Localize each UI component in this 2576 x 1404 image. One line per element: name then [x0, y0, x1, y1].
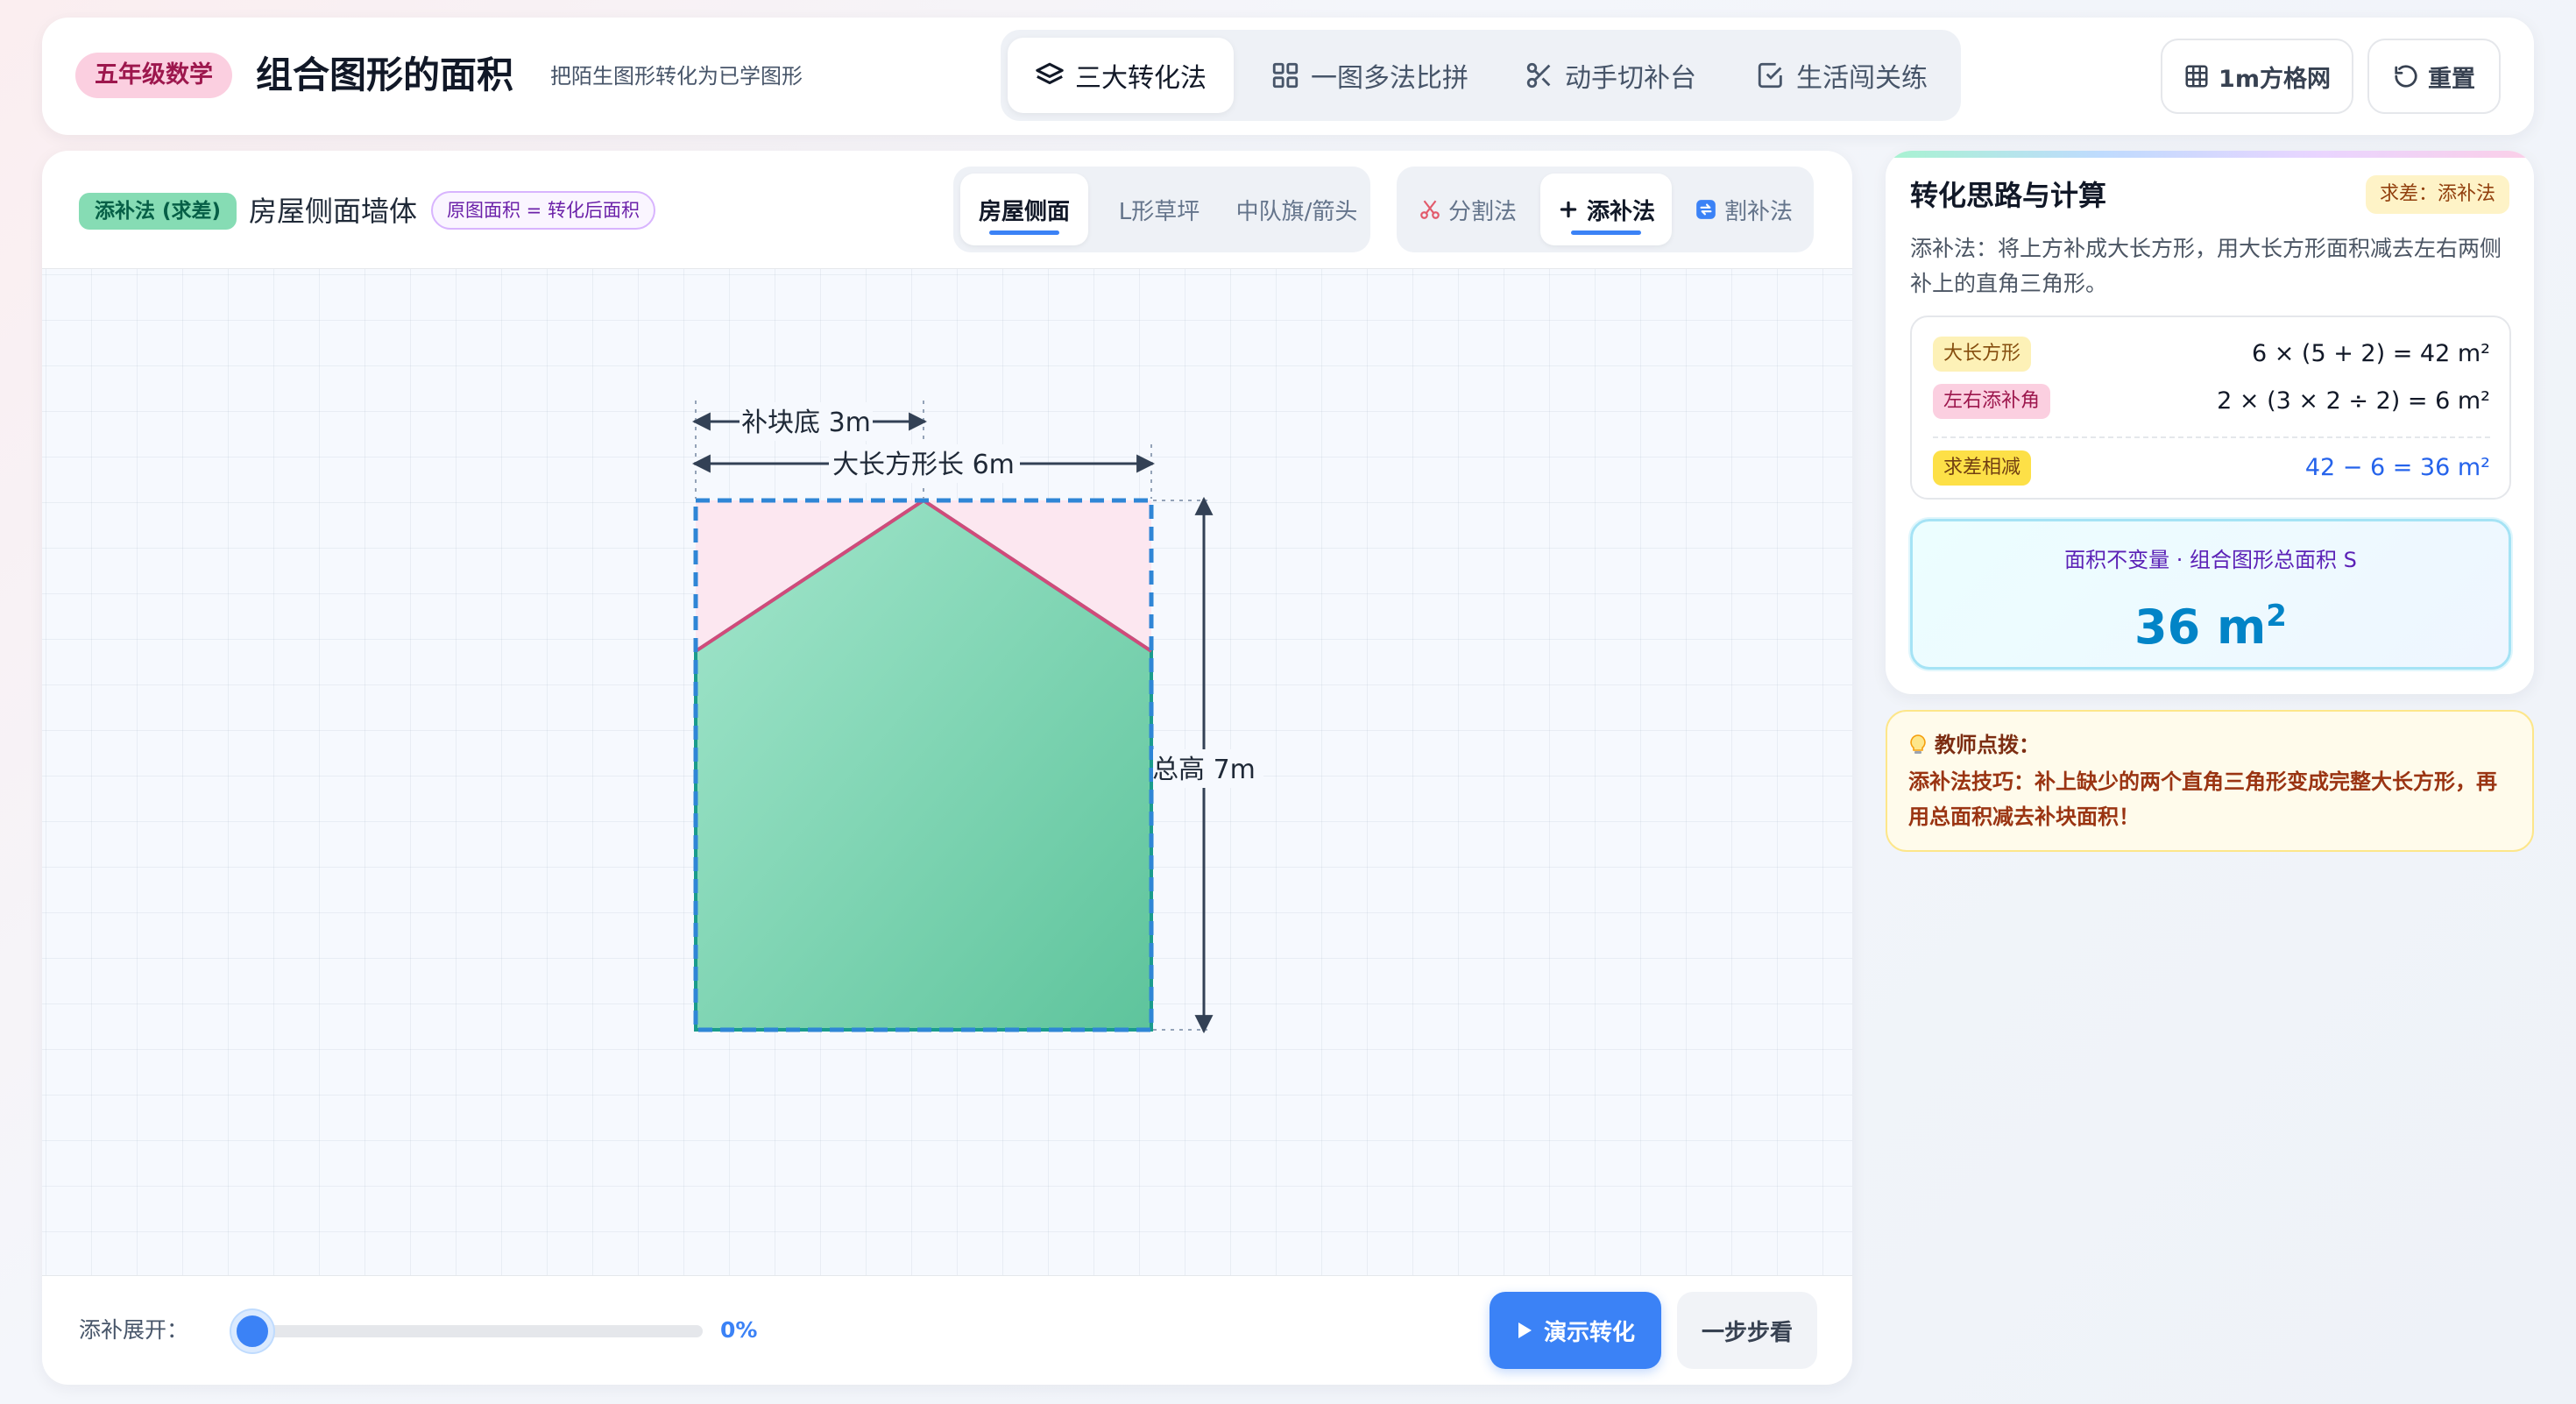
scissors-icon [1420, 200, 1440, 219]
checkbox-icon [1758, 62, 1782, 89]
row-expression: 42 − 6 = 36 m² [2304, 454, 2490, 481]
result-number: 36 m [2134, 599, 2267, 655]
tab-cut-patch-table[interactable]: 动手切补台 [1505, 38, 1716, 113]
main-tab-bar: 三大转化法 一图多法比拼 动手切补台 生活闯关练 [1001, 30, 1961, 121]
tab-label: 中队旗/箭头 [1235, 198, 1358, 225]
patch-base-label: 补块底 3m [741, 408, 871, 438]
tab-patch-method[interactable]: 添补法 [1540, 174, 1672, 245]
method-description: 添补法：将上方补成大长方形，用大长方形面积减去左右两侧补上的直角三角形。 [1910, 236, 2502, 296]
tab-label: L形草坪 [1118, 198, 1200, 225]
scissors-icon [1526, 62, 1551, 89]
panel-title: 转化思路与计算 [1910, 179, 2107, 212]
grid-icon [1272, 62, 1299, 89]
tab-life-practice[interactable]: 生活闯关练 [1730, 38, 1954, 113]
drawing-canvas[interactable]: 补块底 3m 大长方形长 6m 总高 7m [42, 268, 1852, 1276]
row-tag: 求差相减 [1933, 450, 2032, 486]
calc-row-difference: 求差相减 42 − 6 = 36 m² [1933, 449, 2490, 487]
result-label: 面积不变量 · 组合图形总面积 S [2064, 548, 2357, 572]
row-tag: 大长方形 [1933, 337, 2032, 372]
tab-label: 房屋侧面 [978, 198, 1070, 225]
method-badge: 添补法 (求差) [79, 193, 237, 230]
play-icon [1518, 1322, 1532, 1338]
calculation-panel: 转化思路与计算 求差：添补法 添补法：将上方补成大长方形，用大长方形面积减去左右… [1886, 151, 2534, 694]
row-expression: 2 × (3 × 2 ÷ 2) = 6 m² [2217, 387, 2490, 415]
tab-split-method[interactable]: 分割法 [1404, 174, 1532, 245]
accent-strip [1886, 151, 2534, 158]
reset-label: 重置 [2428, 65, 2475, 93]
top-header: 五年级数学 组合图形的面积 把陌生图形转化为已学图形 三大转化法 一图多法比拼 … [42, 18, 2534, 135]
control-footer: 添补展开： 0% 演示转化 一步步看 [42, 1276, 1852, 1385]
slider-label: 添补展开： [79, 1317, 189, 1343]
tab-house-side[interactable]: 房屋侧面 [960, 174, 1088, 245]
total-area-value: 36 m2 [1913, 581, 2509, 663]
shape-title: 房屋侧面墙体 [249, 195, 418, 228]
composite-figure: 补块底 3m 大长方形长 6m 总高 7m [691, 401, 1263, 1034]
formula-tag: 原图面积 = 转化后面积 [431, 191, 655, 230]
tip-text: 添补法技巧：补上缺少的两个直角三角形变成完整大长方形，再用总面积减去补块面积！ [1908, 769, 2497, 829]
tab-three-methods[interactable]: 三大转化法 [1008, 38, 1234, 113]
reset-icon [2395, 65, 2417, 88]
result-box: 面积不变量 · 组合图形总面积 S 36 m2 [1910, 519, 2511, 670]
tab-label: 分割法 [1447, 198, 1517, 225]
rect-length-label: 大长方形长 6m [832, 450, 1015, 480]
page-title: 组合图形的面积 [256, 53, 514, 96]
tab-label: 动手切补台 [1565, 63, 1696, 94]
slider-value: 0% [720, 1317, 758, 1343]
row-expression: 6 × (5 + 2) = 42 m² [2251, 340, 2490, 367]
tip-title-row: 教师点拨： [1908, 729, 2040, 761]
tab-label: 添补法 [1586, 198, 1655, 225]
tab-label: 一图多法比拼 [1311, 63, 1468, 94]
table-grid-icon [2185, 65, 2208, 88]
tab-label: 生活闯关练 [1796, 63, 1928, 94]
tab-label: 割补法 [1723, 198, 1793, 225]
calculation-steps: 大长方形 6 × (5 + 2) = 42 m² 左右添补角 2 × (3 × … [1910, 316, 2511, 500]
tab-multi-method-compare[interactable]: 一图多法比拼 [1251, 38, 1488, 113]
lightbulb-icon [1910, 734, 1926, 754]
reset-button[interactable]: 重置 [2367, 39, 2501, 114]
calc-row-big-rectangle: 大长方形 6 × (5 + 2) = 42 m² [1933, 335, 2490, 373]
result-unit-power: 2 [2266, 599, 2287, 634]
shape-tab-group: 房屋侧面 L形草坪 中队旗/箭头 [953, 167, 1370, 252]
tab-flag-arrow[interactable]: 中队旗/箭头 [1228, 174, 1365, 245]
calc-divider [1933, 436, 2490, 438]
workspace-header: 添补法 (求差) 房屋侧面墙体 原图面积 = 转化后面积 房屋侧面 L形草坪 中… [42, 151, 1852, 268]
teacher-tip-box: 教师点拨： 添补法技巧：补上缺少的两个直角三角形变成完整大长方形，再用总面积减去… [1886, 710, 2534, 852]
plus-icon [1560, 201, 1577, 218]
goal-tag: 求差：添补法 [2365, 175, 2509, 214]
tab-l-lawn[interactable]: L形草坪 [1095, 174, 1223, 245]
play-button-label: 演示转化 [1543, 1319, 1635, 1346]
page-subtitle: 把陌生图形转化为已学图形 [550, 64, 803, 89]
grid-toggle-button[interactable]: 1m方格网 [2161, 39, 2353, 114]
step-button-label: 一步步看 [1701, 1319, 1793, 1346]
play-transform-button[interactable]: 演示转化 [1490, 1292, 1661, 1369]
method-tab-group: 分割法 添补法 割补法 [1397, 167, 1814, 252]
slider-thumb[interactable] [231, 1310, 273, 1352]
workspace-card: 添补法 (求差) 房屋侧面墙体 原图面积 = 转化后面积 房屋侧面 L形草坪 中… [42, 151, 1852, 1385]
tab-cut-fill-method[interactable]: 割补法 [1679, 174, 1808, 245]
grid-toggle-label: 1m方格网 [2219, 65, 2331, 93]
calc-row-patch-triangles: 左右添补角 2 × (3 × 2 ÷ 2) = 6 m² [1933, 382, 2490, 421]
row-tag: 左右添补角 [1933, 384, 2051, 419]
patch-expand-slider[interactable] [231, 1310, 703, 1352]
layers-icon [1036, 62, 1064, 85]
grade-badge: 五年级数学 [75, 53, 232, 98]
tip-title: 教师点拨： [1935, 733, 2040, 757]
swap-icon [1696, 200, 1716, 219]
tab-label: 三大转化法 [1075, 63, 1207, 94]
total-height-label: 总高 7m [1152, 755, 1256, 785]
step-by-step-button[interactable]: 一步步看 [1677, 1292, 1817, 1369]
